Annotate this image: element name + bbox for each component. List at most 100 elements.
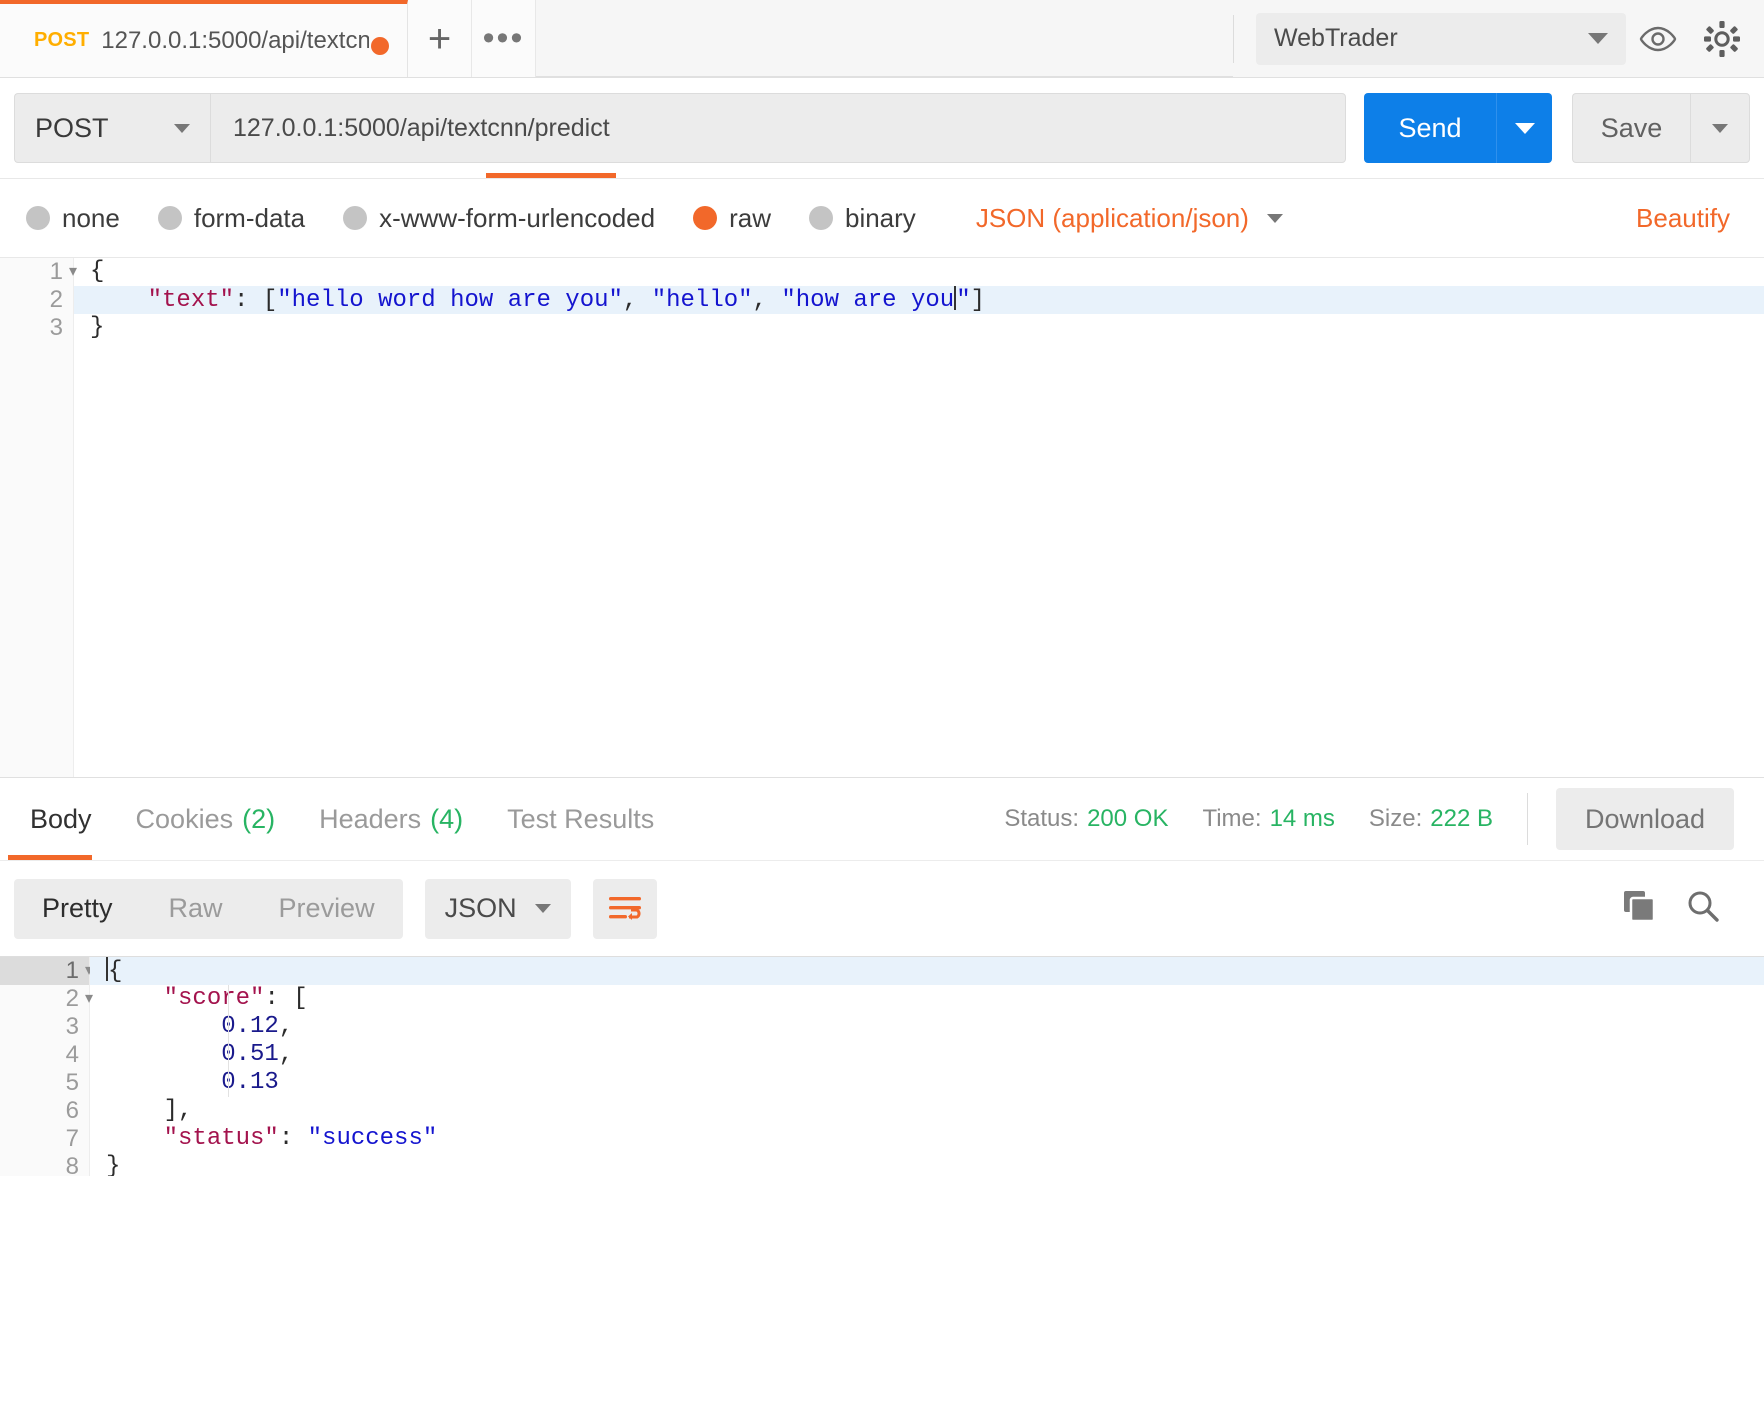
download-button[interactable]: Download (1556, 788, 1734, 850)
save-button-group: Save (1572, 93, 1750, 163)
request-url-value: 127.0.0.1:5000/api/textcnn/predict (233, 113, 610, 142)
status-label: Status: (1004, 805, 1080, 832)
response-code-area[interactable]: { "score": [ 0.12, 0.51, 0.13 ], "status… (90, 957, 1764, 1176)
http-method-value: POST (35, 112, 109, 143)
send-button[interactable]: Send (1364, 93, 1496, 163)
response-format-value: JSON (444, 893, 517, 923)
request-subtab-divider (0, 173, 1764, 179)
response-tab-headers-label: Headers (319, 803, 422, 834)
response-format-select[interactable]: JSON (424, 878, 571, 939)
line-number[interactable]: 7 (0, 1125, 89, 1153)
code-line: } (90, 314, 105, 341)
chevron-down-icon (1514, 122, 1535, 134)
beautify-button[interactable]: Beautify (1636, 203, 1730, 234)
divider (1233, 14, 1234, 63)
new-tab-button[interactable]: + (408, 0, 472, 77)
chevron-down-icon (1712, 123, 1728, 133)
response-tab-cookies[interactable]: Cookies (2) (114, 778, 298, 860)
indent-guide (228, 985, 229, 1097)
code-line: ], (163, 1097, 193, 1124)
http-method-select[interactable]: POST (14, 93, 210, 163)
response-tab-body[interactable]: Body (8, 778, 114, 860)
request-editor-gutter: 1 ▾ 2 3 (0, 258, 77, 777)
body-type-raw[interactable]: raw (693, 203, 771, 234)
request-code-area[interactable]: { "text": ["hello word how are you", "he… (74, 258, 1764, 777)
time-value: 14 ms (1269, 805, 1335, 832)
response-tab-test-results[interactable]: Test Results (485, 778, 676, 860)
send-options-button[interactable] (1496, 93, 1552, 163)
line-number[interactable]: 1 ▾ (0, 258, 77, 286)
response-meta: Status: 200 OK Time: 14 ms Size: 222 B Down… (1004, 788, 1764, 850)
environment-selector[interactable]: WebTrader (1256, 12, 1626, 65)
code-line: 0.12, (221, 1013, 294, 1040)
body-type-binary-label: binary (844, 202, 916, 233)
word-wrap-toggle[interactable] (592, 878, 657, 939)
response-tab-cookies-label: Cookies (135, 803, 234, 834)
status-value: 200 OK (1087, 805, 1169, 832)
chevron-down-icon (1588, 33, 1608, 44)
line-number[interactable]: 5 (0, 1069, 89, 1097)
body-type-row: none form-data x-www-form-urlencoded raw… (0, 179, 1764, 257)
copy-icon (1624, 891, 1656, 923)
line-number[interactable]: 2 (0, 286, 73, 314)
response-tabs: Body Cookies (2) Headers (4) Test Result… (0, 778, 1764, 860)
copy-to-clipboard-button[interactable] (1622, 889, 1656, 928)
code-line: { (90, 957, 1764, 985)
response-actions (1622, 889, 1750, 928)
request-tab[interactable]: POST 127.0.0.1:5000/api/textcnn/pre (0, 0, 408, 77)
code-line: 0.51, (221, 1041, 294, 1068)
save-button[interactable]: Save (1572, 93, 1690, 163)
plus-icon: + (427, 16, 452, 61)
request-body-editor[interactable]: 1 ▾ 2 3 { "text": ["hello word how are yo… (0, 257, 1764, 777)
radio-icon (157, 206, 182, 230)
environment-area: WebTrader (1233, 0, 1764, 77)
line-number[interactable]: 8 (0, 1153, 89, 1176)
gear-icon (1704, 20, 1740, 57)
environment-quick-look-button[interactable] (1626, 7, 1690, 71)
save-options-button[interactable] (1690, 93, 1750, 163)
headers-count: (4) (430, 803, 464, 834)
active-subtab-indicator (486, 173, 616, 178)
line-number[interactable]: 4 (0, 1041, 89, 1069)
body-type-form-data[interactable]: form-data (157, 202, 306, 234)
view-mode-preview[interactable]: Preview (251, 879, 403, 939)
divider (1527, 793, 1528, 845)
search-response-button[interactable] (1686, 889, 1720, 928)
body-type-urlencoded-label: x-www-form-urlencoded (379, 202, 656, 233)
send-button-group: Send (1364, 93, 1552, 163)
line-number[interactable]: 6 (0, 1097, 89, 1125)
body-type-binary[interactable]: binary (808, 202, 916, 234)
view-mode-pretty[interactable]: Pretty (14, 879, 141, 939)
response-tab-headers[interactable]: Headers (4) (297, 778, 485, 860)
view-mode-raw[interactable]: Raw (141, 879, 251, 939)
line-number[interactable]: 2 ▾ (0, 985, 93, 1013)
time-label: Time: (1202, 805, 1262, 832)
response-body-editor[interactable]: 1 ▾ 2 ▾ 3 4 5 6 7 8 { "score": [ 0.12, 0.5… (0, 956, 1764, 1176)
view-mode-segmented-control: Pretty Raw Preview (14, 878, 403, 939)
radio-icon-selected (693, 206, 718, 230)
response-editor-gutter: 1 ▾ 2 ▾ 3 4 5 6 7 8 (0, 957, 93, 1176)
code-line: "text": ["hello word how are you", "hell… (74, 286, 1764, 314)
line-number[interactable]: 3 (0, 314, 73, 342)
line-number[interactable]: 1 ▾ (0, 957, 93, 985)
word-wrap-icon (608, 896, 641, 920)
body-type-none[interactable]: none (26, 203, 120, 234)
chevron-down-icon[interactable] (1266, 213, 1283, 223)
tab-more-options-button[interactable]: ••• (472, 0, 536, 77)
eye-icon (1639, 26, 1677, 51)
code-line: "score": [ (163, 985, 308, 1012)
body-type-form-data-label: form-data (193, 202, 306, 233)
response-tab-test-results-label: Test Results (507, 803, 655, 834)
time-group: Time: 14 ms (1202, 805, 1334, 833)
settings-button[interactable] (1690, 7, 1754, 71)
code-line: } (106, 1153, 121, 1176)
environment-name: WebTrader (1274, 24, 1398, 52)
line-number[interactable]: 3 (0, 1013, 89, 1041)
search-icon (1688, 891, 1719, 922)
body-type-urlencoded[interactable]: x-www-form-urlencoded (343, 203, 655, 234)
content-type-selector[interactable]: JSON (application/json) (976, 203, 1249, 234)
response-toolbar: Pretty Raw Preview JSON (0, 860, 1764, 956)
request-url-input[interactable]: 127.0.0.1:5000/api/textcnn/predict (210, 93, 1346, 163)
request-tab-method: POST (34, 29, 90, 51)
chevron-down-icon (534, 904, 551, 913)
